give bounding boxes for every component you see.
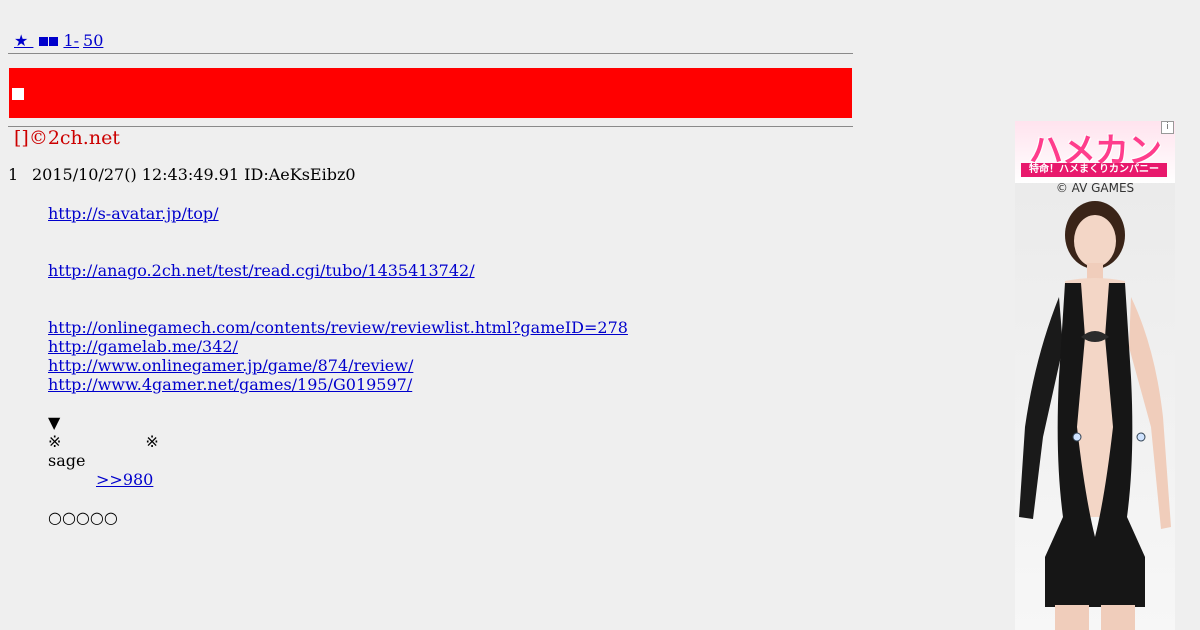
- post-meta: 2015/10/27() 12:43:49.91 ID:AeKsEibz0: [32, 165, 356, 184]
- top-nav: ★ 1- 50: [8, 32, 107, 50]
- divider: [8, 53, 853, 54]
- nav-link-board[interactable]: [39, 31, 59, 50]
- thread-title: []©2ch.net: [14, 127, 120, 149]
- triangle-icon: ▼: [48, 413, 61, 432]
- ad-copyright: © AV GAMES: [1055, 181, 1135, 195]
- page: ★ 1- 50 []©2ch.net 1 2015/10/27() 12:43:49…: [0, 0, 1200, 630]
- post-body: http://s-avatar.jp/top/ http://anago.2ch…: [48, 204, 628, 527]
- post-number: 1: [8, 165, 19, 184]
- post-link[interactable]: http://www.onlinegamer.jp/game/874/revie…: [48, 356, 413, 375]
- nav-link-range-start[interactable]: 1-: [63, 31, 79, 50]
- post-link[interactable]: http://gamelab.me/342/: [48, 337, 238, 356]
- nav-link-50[interactable]: 50: [83, 31, 103, 50]
- reply-anchor-link[interactable]: >>980: [96, 470, 153, 489]
- red-banner: [9, 68, 852, 118]
- circle-marks: ○○○○○: [48, 508, 118, 527]
- post-header: 1 2015/10/27() 12:43:49.91 ID:AeKsEibz0: [8, 166, 356, 184]
- reference-mark: ※: [48, 432, 62, 451]
- advertisement-banner[interactable]: ハメカン 特命！ハメまくりカンパニー © AV GAMES i: [1015, 121, 1175, 630]
- post-link[interactable]: http://anago.2ch.net/test/read.cgi/tubo/…: [48, 261, 475, 280]
- post-link[interactable]: http://www.4gamer.net/games/195/G019597/: [48, 375, 412, 394]
- square-icon: [49, 37, 59, 46]
- square-icon: [39, 37, 49, 46]
- ad-figure-image: [1019, 201, 1171, 630]
- ad-subtitle: 特命！ハメまくりカンパニー: [1021, 163, 1167, 177]
- divider: [8, 126, 853, 127]
- reference-mark: ※: [145, 432, 159, 451]
- post-link[interactable]: http://s-avatar.jp/top/: [48, 204, 219, 223]
- sage-text: sage: [48, 451, 86, 470]
- post-link[interactable]: http://onlinegamech.com/contents/review/…: [48, 318, 628, 337]
- ad-info-icon[interactable]: i: [1161, 121, 1174, 134]
- nav-link-favorite[interactable]: ★: [14, 31, 33, 50]
- square-icon: [12, 88, 24, 100]
